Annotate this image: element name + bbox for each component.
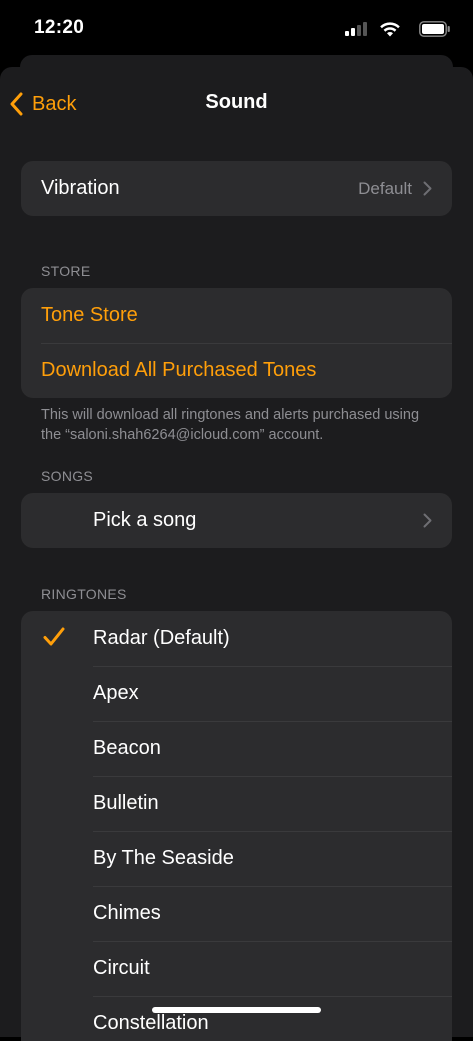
ringtone-label: Apex [93, 682, 139, 704]
row-separator [93, 721, 452, 722]
ringtone-label: Beacon [93, 737, 161, 759]
ringtone-row[interactable]: Beacon [21, 721, 452, 776]
songs-header: SONGS [41, 468, 94, 484]
pick-a-song-row[interactable]: Pick a song [21, 493, 452, 548]
status-bar: 12:20 [0, 0, 473, 58]
songs-group: Pick a song [21, 493, 452, 548]
navigation-bar: Back Sound [0, 67, 473, 141]
row-separator [93, 996, 452, 997]
vibration-group: Vibration Default [21, 161, 452, 216]
pick-a-song-label: Pick a song [93, 509, 197, 531]
download-all-tones-label: Download All Purchased Tones [41, 359, 317, 381]
chevron-right-icon [423, 181, 432, 196]
ringtone-label: Circuit [93, 957, 150, 979]
row-separator [93, 666, 452, 667]
signal-icon [345, 20, 367, 38]
row-separator [93, 886, 452, 887]
ringtone-row[interactable]: Apex [21, 666, 452, 721]
ringtone-row[interactable]: Circuit [21, 941, 452, 996]
ringtone-label: Chimes [93, 902, 161, 924]
tone-store-row[interactable]: Tone Store [21, 288, 452, 343]
checkmark-icon [43, 627, 65, 646]
download-all-tones-row[interactable]: Download All Purchased Tones [21, 343, 452, 398]
row-separator [41, 343, 452, 344]
vibration-row[interactable]: Vibration Default [21, 161, 452, 216]
vibration-label: Vibration [41, 177, 120, 199]
ringtone-row[interactable]: Bulletin [21, 776, 452, 831]
ringtone-row[interactable]: Constellation [21, 996, 452, 1041]
tone-store-label: Tone Store [41, 304, 138, 326]
row-separator [93, 831, 452, 832]
vibration-value: Default [358, 178, 412, 198]
ringtone-label: Bulletin [93, 792, 159, 814]
wifi-icon [380, 22, 400, 37]
ringtones-group: Radar (Default) Apex Beacon Bulletin By … [21, 611, 452, 1041]
ringtone-label: Radar (Default) [93, 627, 230, 649]
ringtone-label: By The Seaside [93, 847, 234, 869]
ringtone-row[interactable]: Chimes [21, 886, 452, 941]
row-separator [93, 941, 452, 942]
page-title: Sound [205, 91, 268, 113]
status-time: 12:20 [34, 17, 85, 38]
ringtone-row[interactable]: Radar (Default) [21, 611, 452, 666]
home-indicator[interactable] [152, 1007, 321, 1013]
chevron-right-icon [423, 513, 432, 528]
store-footer-text: This will download all ringtones and ale… [41, 407, 420, 443]
ringtones-header: RINGTONES [41, 586, 127, 602]
store-header: STORE [41, 263, 91, 279]
battery-icon [419, 21, 450, 37]
ringtone-row[interactable]: By The Seaside [21, 831, 452, 886]
row-separator [93, 776, 452, 777]
store-group: Tone Store Download All Purchased Tones [21, 288, 452, 398]
